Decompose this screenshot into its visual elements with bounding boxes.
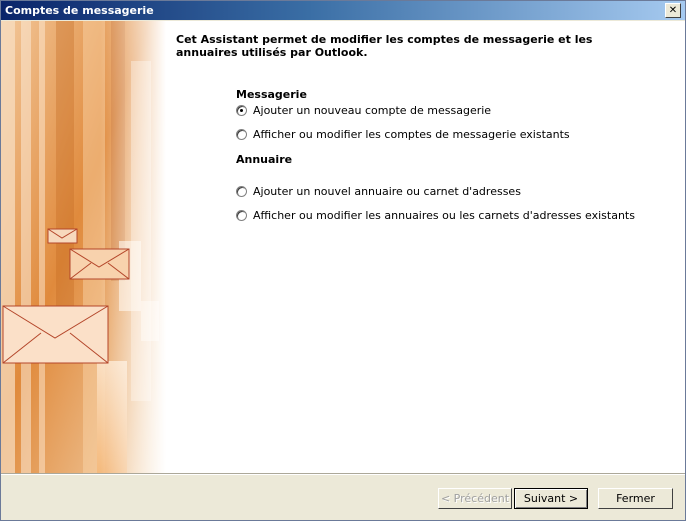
previous-button[interactable]: < Précédent (438, 488, 512, 509)
close-icon[interactable]: ✕ (665, 3, 681, 18)
wizard-content: Cet Assistant permet de modifier les com… (1, 21, 685, 473)
footer-separator (1, 473, 685, 475)
envelope-icon (47, 228, 78, 244)
illustration-graphic (1, 21, 166, 473)
radio-label: Ajouter un nouvel annuaire ou carnet d'a… (253, 185, 521, 198)
directory-section-heading: Annuaire (236, 153, 293, 166)
radio-add-email-account[interactable]: Ajouter un nouveau compte de messagerie (236, 104, 491, 117)
next-button[interactable]: Suivant > (514, 488, 588, 509)
wizard-main-panel: Cet Assistant permet de modifier les com… (176, 21, 676, 473)
radio-button[interactable] (236, 186, 247, 197)
title-bar[interactable]: Comptes de messagerie ✕ (1, 1, 685, 20)
outlook-wizard-illustration (1, 21, 166, 473)
close-button[interactable]: Fermer (598, 488, 673, 509)
radio-button-selected[interactable] (236, 105, 247, 116)
email-section-heading: Messagerie (236, 88, 307, 101)
radio-button[interactable] (236, 210, 247, 221)
radio-label: Afficher ou modifier les comptes de mess… (253, 128, 570, 141)
radio-add-directory[interactable]: Ajouter un nouvel annuaire ou carnet d'a… (236, 185, 521, 198)
window-title: Comptes de messagerie (5, 4, 154, 17)
radio-label: Ajouter un nouveau compte de messagerie (253, 104, 492, 117)
radio-label: Afficher ou modifier les annuaires ou le… (253, 209, 635, 222)
envelope-icon (69, 248, 130, 280)
wizard-intro-text: Cet Assistant permet de modifier les com… (176, 33, 593, 59)
email-accounts-dialog: Comptes de messagerie ✕ Cet Assistant pe… (0, 0, 686, 521)
radio-view-email-accounts[interactable]: Afficher ou modifier les comptes de mess… (236, 128, 570, 141)
envelope-icon (2, 305, 109, 364)
radio-view-directories[interactable]: Afficher ou modifier les annuaires ou le… (236, 209, 635, 222)
radio-button[interactable] (236, 129, 247, 140)
